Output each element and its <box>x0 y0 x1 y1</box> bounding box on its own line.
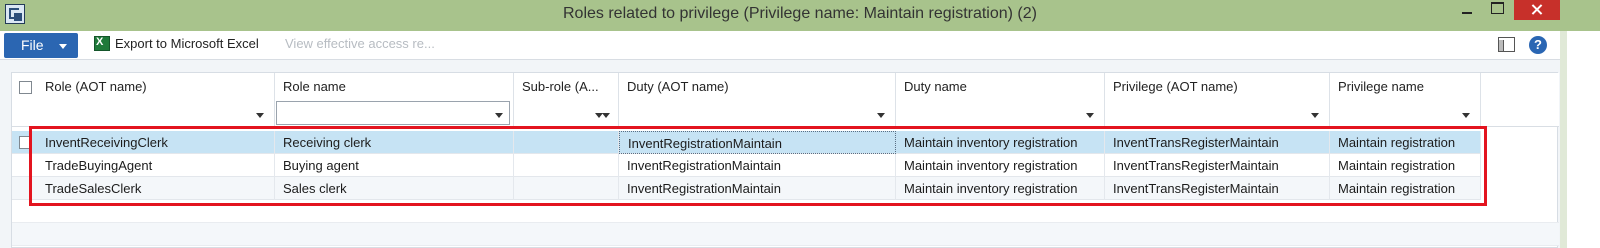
grid-header: Role (AOT name) Role name Sub-role (A...… <box>12 73 1559 100</box>
column-header-role-name[interactable]: Role name <box>275 73 514 100</box>
help-icon[interactable]: ? <box>1529 36 1547 54</box>
chevron-down-icon[interactable] <box>1311 113 1319 118</box>
export-to-excel-label: Export to Microsoft Excel <box>115 36 259 51</box>
column-header-duty-name[interactable]: Duty name <box>896 73 1105 100</box>
layout-icon[interactable] <box>1498 37 1515 52</box>
column-header-privilege-name[interactable]: Privilege name <box>1330 73 1481 100</box>
column-header-sub-role[interactable]: Sub-role (A... <box>514 73 619 100</box>
select-all-checkbox[interactable] <box>19 81 32 94</box>
column-header-duty-aot[interactable]: Duty (AOT name) <box>619 73 896 100</box>
chevron-down-icon[interactable] <box>1086 113 1094 118</box>
close-icon[interactable] <box>1514 0 1560 20</box>
view-effective-access-button[interactable]: View effective access re... <box>285 36 435 51</box>
chevron-down-icon[interactable] <box>1462 113 1470 118</box>
filter-duty-aot[interactable] <box>619 100 896 127</box>
excel-icon <box>94 36 110 51</box>
chevron-down-icon <box>595 113 603 118</box>
chevron-down-icon[interactable] <box>495 113 503 118</box>
toolbar: File Export to Microsoft Excel View effe… <box>0 31 1600 60</box>
title-bar: Roles related to privilege (Privilege na… <box>0 0 1600 31</box>
filter-role-aot[interactable] <box>37 100 275 127</box>
filter-sub-role[interactable] <box>514 100 619 127</box>
filter-row <box>12 100 1559 127</box>
column-header-privilege-aot[interactable]: Privilege (AOT name) <box>1105 73 1330 100</box>
chevron-down-icon[interactable] <box>256 113 264 118</box>
chevron-down-icon <box>59 44 67 49</box>
window-title: Roles related to privilege (Privilege na… <box>563 5 1037 22</box>
filter-role-name[interactable] <box>275 100 514 127</box>
file-button[interactable]: File <box>4 33 78 58</box>
filter-duty-name[interactable] <box>896 100 1105 127</box>
file-button-label: File <box>21 37 44 53</box>
filter-privilege-aot[interactable] <box>1105 100 1330 127</box>
column-header-role-aot[interactable]: Role (AOT name) <box>37 73 275 100</box>
empty-row <box>12 223 1559 246</box>
highlight-box <box>29 126 1487 206</box>
filter-input[interactable] <box>276 101 510 125</box>
minimize-icon[interactable] <box>1454 0 1480 20</box>
chevron-down-icon[interactable] <box>602 113 610 118</box>
right-edge <box>1560 31 1600 248</box>
maximize-icon[interactable] <box>1484 0 1510 20</box>
chevron-down-icon[interactable] <box>877 113 885 118</box>
filter-privilege-name[interactable] <box>1330 100 1481 127</box>
